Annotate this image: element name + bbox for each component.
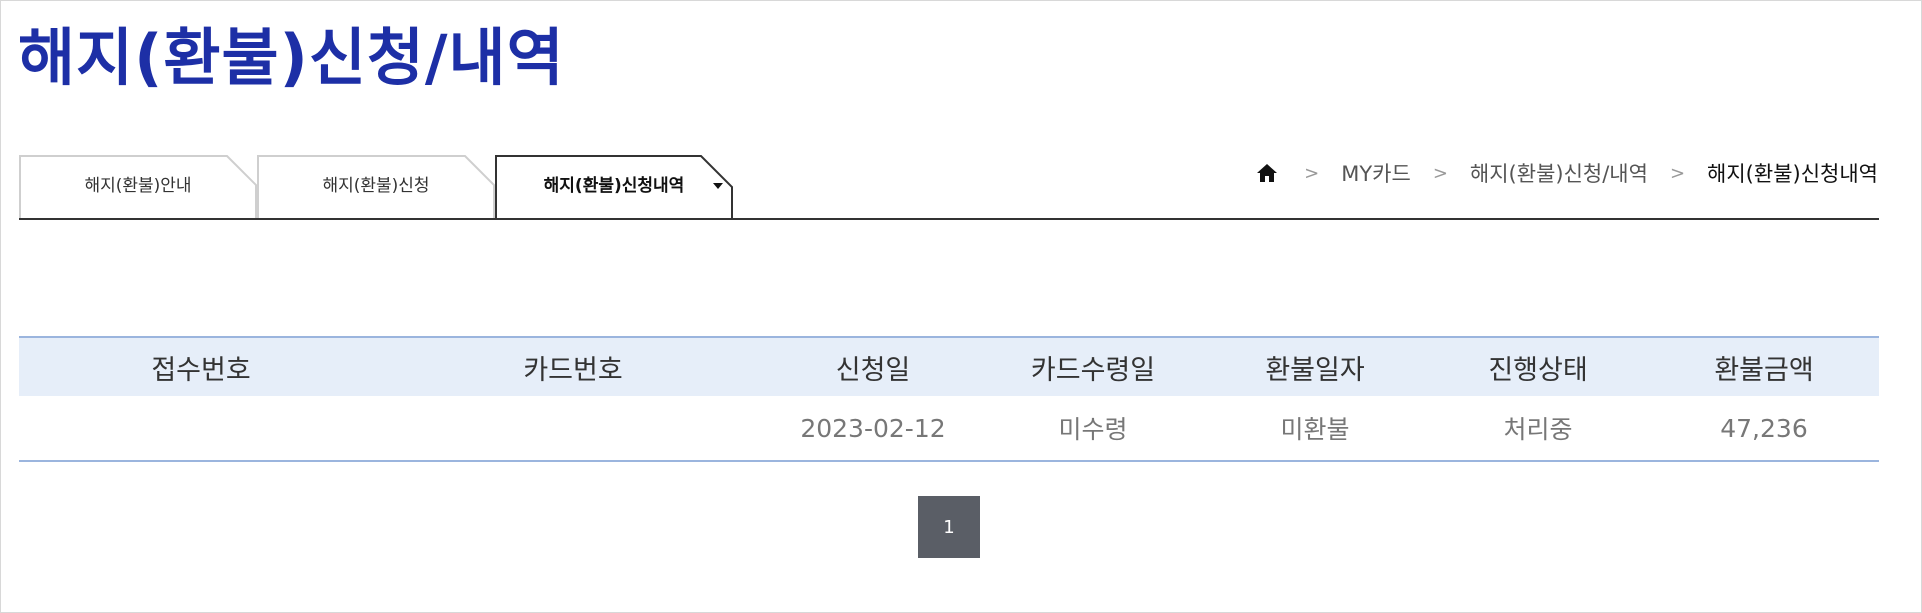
cell-apply-date: 2023-02-12 <box>800 413 946 443</box>
column-header-refund-date: 환불일자 <box>1265 354 1365 386</box>
cell-card-no <box>383 396 763 461</box>
tab-underline <box>19 218 1879 220</box>
tab-label: 해지(환불)신청 <box>322 176 430 196</box>
cell-card-received-date: 미수령 <box>1058 415 1128 444</box>
cell-receipt-no <box>19 396 383 461</box>
cell-refund-date: 미환불 <box>1280 415 1350 444</box>
tab-label: 해지(환불)안내 <box>84 176 192 196</box>
tab-refund-apply[interactable]: 해지(환불)신청 <box>257 154 495 220</box>
pagination-page-1[interactable]: 1 <box>918 496 980 558</box>
column-header-card-received-date: 카드수령일 <box>1030 354 1156 386</box>
page-title: 해지(환불)신청/내역 <box>18 21 565 94</box>
breadcrumb-separator: > <box>1304 162 1320 184</box>
chevron-down-icon[interactable] <box>713 183 723 189</box>
breadcrumb-separator: > <box>1669 162 1686 184</box>
tab-refund-history[interactable]: 해지(환불)신청내역 <box>495 154 733 220</box>
column-header-card-no: 카드번호 <box>523 354 623 386</box>
cell-status: 처리중 <box>1503 415 1573 444</box>
breadcrumb-separator: > <box>1432 162 1448 184</box>
tab-label: 해지(환불)신청내역 <box>543 176 685 196</box>
breadcrumb-item-mycard[interactable]: MY카드 <box>1341 158 1411 188</box>
refund-history-table: 접수번호 카드번호 신청일 카드수령일 환불일자 진행상태 환불금액 2023-… <box>19 336 1879 462</box>
column-header-apply-date: 신청일 <box>835 354 911 386</box>
column-header-status: 진행상태 <box>1488 354 1588 386</box>
cell-refund-amount: 47,236 <box>1720 413 1808 443</box>
tab-refund-guide[interactable]: 해지(환불)안내 <box>19 154 257 220</box>
breadcrumb: > MY카드 > 해지(환불)신청/내역 > 해지(환불)신청내역 <box>1256 158 1878 188</box>
home-icon[interactable] <box>1256 163 1278 183</box>
column-header-receipt-no: 접수번호 <box>151 354 251 386</box>
breadcrumb-item-current: 해지(환불)신청내역 <box>1707 162 1878 186</box>
table-header-row: 접수번호 카드번호 신청일 카드수령일 환불일자 진행상태 환불금액 <box>19 337 1879 396</box>
breadcrumb-item-refund[interactable]: 해지(환불)신청/내역 <box>1470 158 1648 188</box>
table-row: 2023-02-12 미수령 미환불 처리중 47,236 <box>19 396 1879 461</box>
column-header-refund-amount: 환불금액 <box>1714 354 1814 386</box>
